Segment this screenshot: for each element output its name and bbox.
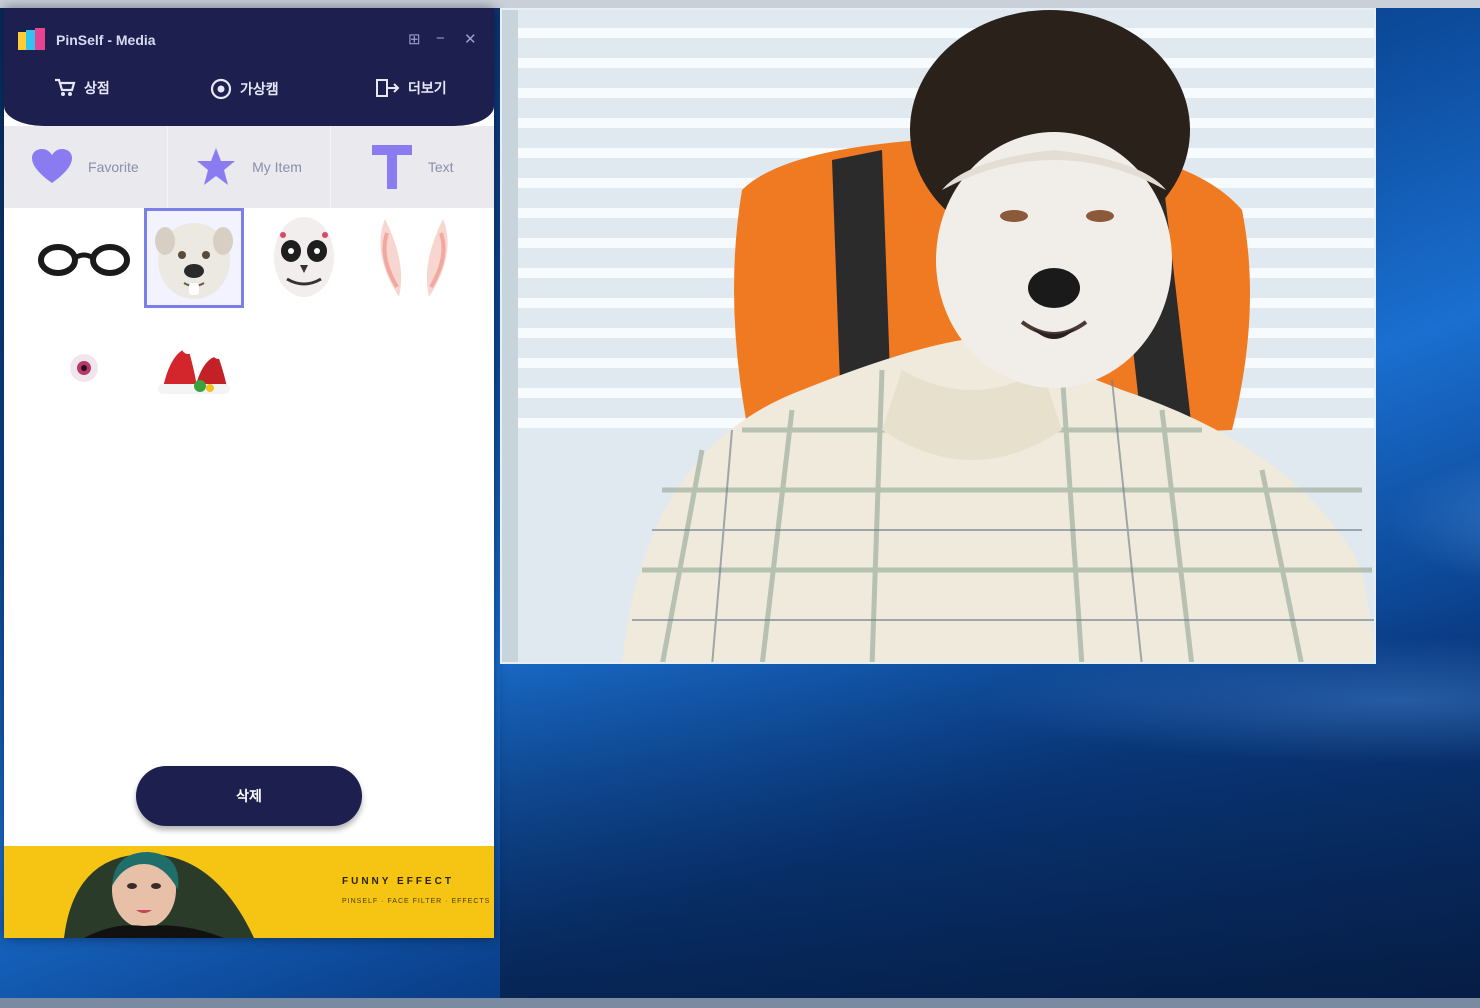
delete-button[interactable]: 삭제: [136, 766, 362, 826]
ad-banner[interactable]: FUNNY EFFECT PINSELF · FACE FILTER · EFF…: [4, 846, 494, 938]
skull-face-sticker[interactable]: [254, 208, 354, 308]
cart-icon: [55, 78, 76, 96]
pinself-app-window: PinSelf - Media ⊞ − ✕ 상점 가상캠 더보기 Favorit…: [4, 8, 494, 938]
bunny-ears-icon: [380, 219, 448, 297]
tab-my-item-label: My Item: [252, 159, 302, 175]
nav-shop[interactable]: 상점: [54, 78, 110, 98]
dog-face-sticker[interactable]: [144, 208, 244, 308]
skull-face-icon: [274, 217, 334, 297]
dog-face-icon: [155, 223, 233, 299]
nav-virtual-cam-label: 가상캠: [240, 81, 279, 97]
star-icon: [197, 148, 236, 185]
taskbar-edge: [0, 998, 1480, 1008]
app-logo-icon: [18, 28, 45, 50]
camera-feed-image: [502, 10, 1374, 662]
camera-preview-window: [500, 8, 1376, 664]
globe-icon: [210, 78, 232, 100]
bunny-ears-sticker[interactable]: [364, 208, 464, 308]
glasses-icon: [38, 244, 130, 276]
glasses-sticker[interactable]: [34, 208, 134, 308]
tab-text-label: Text: [427, 159, 454, 175]
tab-text[interactable]: Text: [331, 126, 494, 208]
app-header: PinSelf - Media ⊞ − ✕ 상점 가상캠 더보기: [4, 8, 494, 126]
eye-sticker[interactable]: [34, 318, 134, 418]
christmas-hat-icon: [158, 342, 230, 394]
sticker-grid: [4, 208, 494, 768]
top-nav: 상점 가상캠 더보기: [4, 72, 494, 108]
title-bar[interactable]: PinSelf - Media ⊞ − ✕: [4, 26, 494, 54]
nav-virtual-cam[interactable]: 가상캠: [210, 78, 279, 100]
nav-more-label: 더보기: [408, 80, 447, 96]
ad-title: FUNNY EFFECT: [342, 876, 454, 887]
tab-favorite-label: Favorite: [88, 159, 139, 175]
minimize-button[interactable]: −: [436, 30, 445, 47]
category-tabs: Favorite My Item Text: [4, 126, 494, 208]
heart-icon: [32, 149, 73, 183]
ad-subtitle: PINSELF · FACE FILTER · EFFECTS: [342, 898, 491, 905]
tab-my-item[interactable]: My Item: [168, 126, 332, 208]
top-edge: [0, 0, 1480, 8]
eye-icon: [70, 354, 98, 382]
close-button[interactable]: ✕: [464, 30, 477, 48]
share-icon: [376, 79, 400, 97]
text-icon: [371, 145, 412, 189]
app-title: PinSelf - Media: [56, 32, 156, 48]
nav-more[interactable]: 더보기: [376, 78, 447, 98]
christmas-sticker[interactable]: [144, 318, 244, 418]
ad-portrait-image: [64, 852, 254, 938]
tab-favorite[interactable]: Favorite: [4, 126, 168, 208]
nav-shop-label: 상점: [84, 80, 110, 96]
settings-window-button[interactable]: ⊞: [408, 30, 421, 48]
